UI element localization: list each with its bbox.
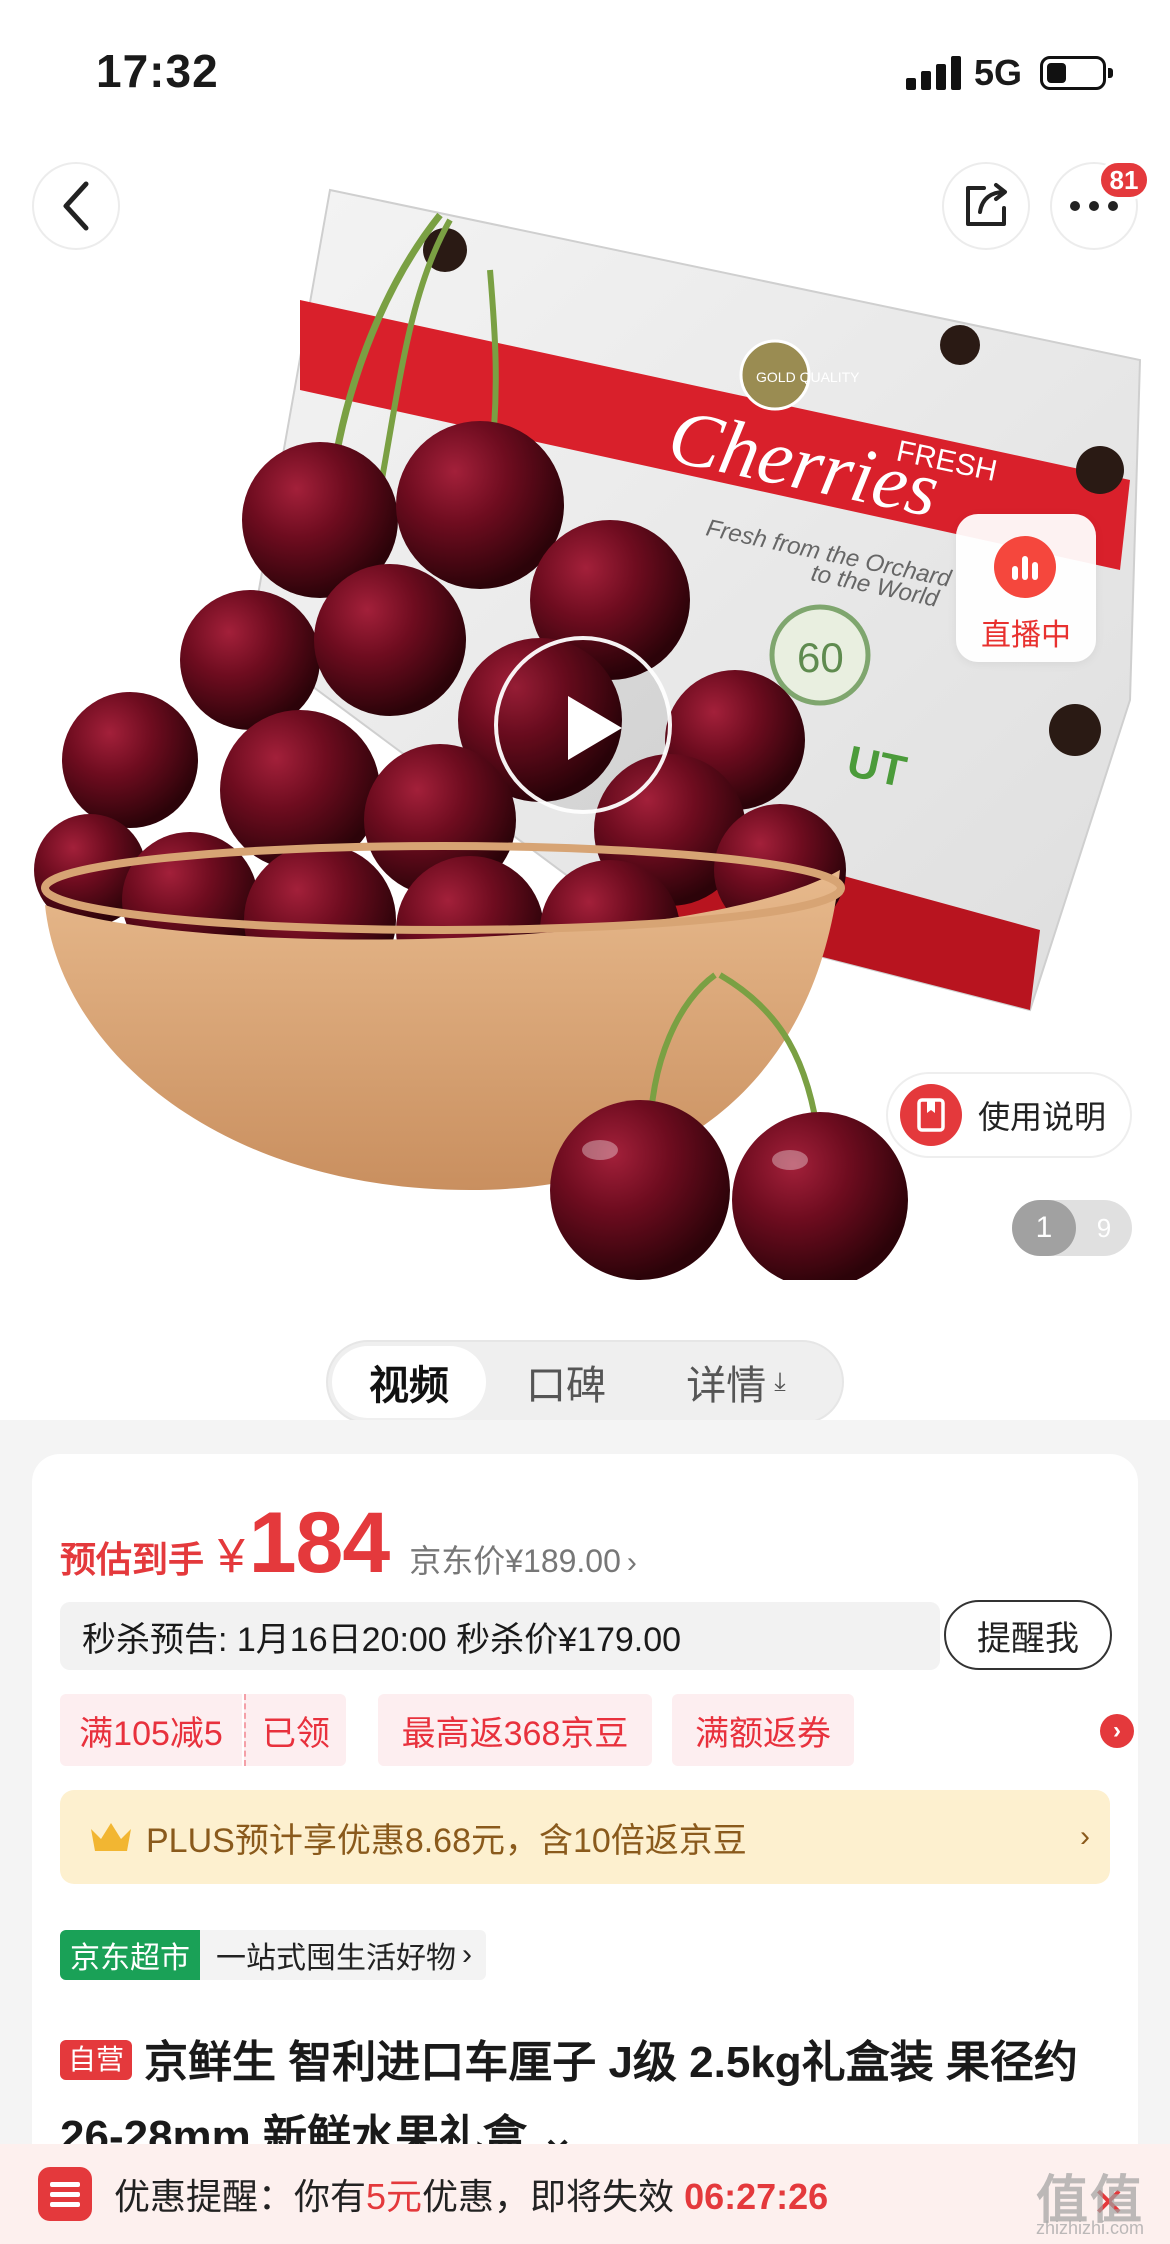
product-hero: GOLD QUALITY FRESH Cherries Fresh from t… bbox=[0, 0, 1170, 1420]
back-button[interactable] bbox=[32, 162, 120, 250]
usage-manual-label: 使用说明 bbox=[978, 1099, 1107, 1135]
currency-symbol: ¥ bbox=[218, 1530, 245, 1583]
chevron-right-icon: › bbox=[626, 1546, 637, 1579]
tab-details-label: 详情 bbox=[686, 1364, 767, 1408]
box-quality-seal-text: GOLD QUALITY bbox=[756, 369, 860, 385]
shop-desc-text: 一站式囤生活好物 bbox=[216, 1942, 456, 1975]
chevron-right-icon: › bbox=[462, 1938, 472, 1971]
tab-video[interactable]: 视频 bbox=[332, 1346, 486, 1418]
shop-description: 一站式囤生活好物 › bbox=[200, 1930, 486, 1980]
plus-benefit-bar[interactable]: PLUS预计享优惠8.68元，含10倍返京豆 › bbox=[60, 1790, 1110, 1884]
product-info-card: 预估到手 ¥ 184 京东价¥189.00 › 秒杀预告: 1月16日20:00… bbox=[32, 1454, 1138, 2244]
pager-total: 9 bbox=[1096, 1212, 1112, 1243]
live-stream-button[interactable]: 直播中 bbox=[956, 514, 1096, 662]
usage-manual-button[interactable]: 使用说明 bbox=[886, 1072, 1132, 1158]
box-anniversary-text: 60 bbox=[797, 634, 844, 681]
price-row: 预估到手 ¥ 184 京东价¥189.00 › bbox=[60, 1494, 637, 1593]
tab-reviews[interactable]: 口碑 bbox=[486, 1346, 646, 1418]
reminder-amount: 5元 bbox=[366, 2176, 423, 2217]
manual-book-icon bbox=[900, 1084, 962, 1146]
coupon-row: 满105减5 已领 最高返368京豆 满额返券 › bbox=[60, 1694, 1134, 1766]
status-time: 17:32 bbox=[96, 45, 219, 97]
image-pager: 1 9 bbox=[1012, 1200, 1132, 1256]
status-bar: 17:32 5G bbox=[0, 0, 1170, 140]
reminder-suffix: 优惠，即将失效 bbox=[422, 2176, 675, 2217]
play-video-button[interactable] bbox=[494, 636, 672, 814]
reminder-list-icon bbox=[38, 2167, 92, 2221]
chevron-left-icon bbox=[63, 181, 89, 231]
reminder-prefix: 优惠提醒：你有 bbox=[114, 2176, 367, 2217]
more-dots-icon bbox=[1070, 201, 1118, 211]
remind-me-button[interactable]: 提醒我 bbox=[944, 1600, 1112, 1670]
network-type: 5G bbox=[974, 52, 1023, 93]
chevron-right-icon[interactable]: › bbox=[1100, 1714, 1134, 1748]
live-bars-icon bbox=[994, 536, 1056, 598]
estimated-price-label: 预估到手 bbox=[60, 1539, 205, 1580]
battery-icon bbox=[1040, 56, 1113, 90]
coupon-full-reduction[interactable]: 满105减5 bbox=[60, 1694, 242, 1766]
tab-details[interactable]: 详情 ⤓ bbox=[646, 1346, 826, 1418]
chevron-right-icon: › bbox=[1080, 1820, 1090, 1853]
discount-reminder-bar[interactable]: 优惠提醒：你有5元优惠，即将失效 06:27:26 ✕ bbox=[0, 2144, 1170, 2244]
jd-price-link[interactable]: 京东价¥189.00 bbox=[409, 1536, 621, 1582]
estimated-price-value: 184 bbox=[248, 1495, 390, 1591]
flash-sale-notice: 秒杀预告: 1月16日20:00 秒杀价¥179.00 bbox=[60, 1602, 940, 1670]
share-button[interactable] bbox=[942, 162, 1030, 250]
jd-supermarket-tag: 京东超市 bbox=[60, 1930, 200, 1980]
coupon-jd-beans[interactable]: 最高返368京豆 bbox=[378, 1694, 652, 1766]
coupon-claimed-label[interactable]: 已领 bbox=[244, 1694, 346, 1766]
watermark-site: zhizhizhi.com bbox=[1035, 2218, 1145, 2238]
cellular-signal-icon bbox=[906, 56, 962, 90]
pager-current: 1 bbox=[1012, 1200, 1076, 1256]
jd-supermarket-link[interactable]: 京东超市 一站式囤生活好物 › bbox=[60, 1930, 486, 1980]
share-icon bbox=[966, 183, 1007, 226]
self-operated-tag: 自营 bbox=[60, 2040, 133, 2080]
reminder-text: 优惠提醒：你有5元优惠，即将失效 06:27:26 bbox=[114, 2168, 828, 2220]
plus-benefit-text: PLUS预计享优惠8.68元，含10倍返京豆 bbox=[146, 1821, 747, 1860]
crown-icon bbox=[91, 1823, 131, 1851]
download-arrow-icon: ⤓ bbox=[774, 1366, 786, 1396]
battery-level bbox=[1047, 63, 1066, 83]
notification-badge: 81 bbox=[1098, 160, 1150, 200]
live-label: 直播中 bbox=[981, 619, 1071, 652]
coupon-return[interactable]: 满额返券 bbox=[672, 1694, 854, 1766]
reminder-countdown: 06:27:26 bbox=[684, 2176, 829, 2217]
media-tabs: 视频 口碑 详情 ⤓ bbox=[326, 1340, 844, 1420]
